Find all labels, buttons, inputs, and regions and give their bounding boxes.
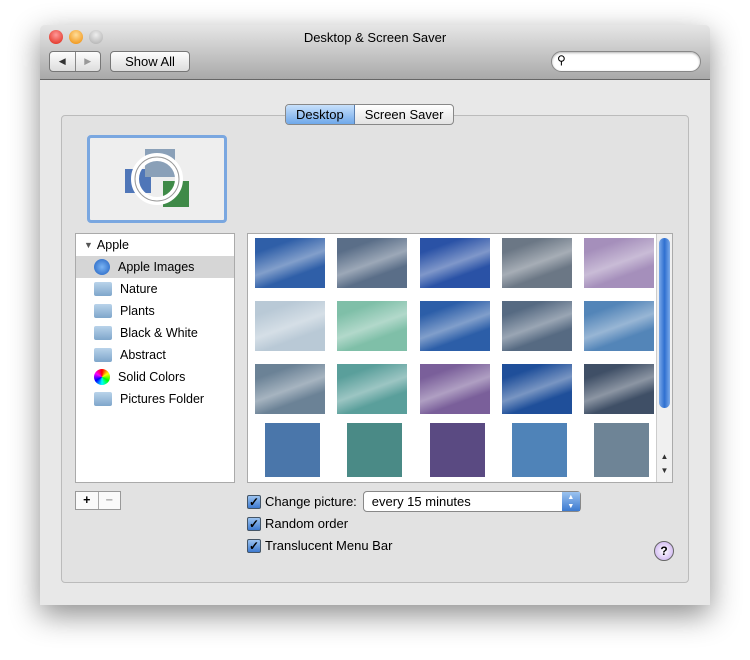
scrollbar[interactable]: ▲ ▼	[656, 234, 672, 482]
source-item-plants[interactable]: Plants	[76, 300, 234, 322]
change-picture-row: ✓ Change picture: every 15 minutes ▲ ▼	[247, 491, 581, 512]
change-interval-select[interactable]: every 15 minutes ▲ ▼	[362, 491, 581, 512]
wallpaper-thumbnail[interactable]	[255, 238, 325, 288]
image-grid: ▲ ▼	[247, 233, 673, 483]
add-remove-buttons: + −	[75, 491, 121, 510]
wallpaper-thumbnail[interactable]	[584, 301, 654, 351]
pictures-folder-icon	[94, 392, 112, 406]
wallpaper-thumbnail[interactable]	[420, 238, 490, 288]
wallpaper-thumbnail[interactable]	[502, 301, 572, 351]
scroll-down-arrow[interactable]: ▼	[657, 466, 672, 475]
group-apple[interactable]: ▼ Apple	[76, 234, 234, 256]
solid-color-thumbnail[interactable]	[347, 423, 402, 477]
scroll-thumb[interactable]	[659, 238, 670, 408]
wallpaper-thumbnail[interactable]	[584, 238, 654, 288]
add-button[interactable]: +	[76, 492, 98, 509]
disclosure-triangle-icon[interactable]: ▼	[84, 240, 93, 250]
source-list: ▼ Apple Apple Images Nature Plants Black …	[75, 233, 235, 483]
solid-color-thumbnail[interactable]	[265, 423, 320, 477]
folder-icon	[94, 326, 112, 340]
wallpaper-thumbnail[interactable]	[502, 364, 572, 414]
source-item-nature[interactable]: Nature	[76, 278, 234, 300]
folder-icon	[94, 304, 112, 318]
wallpaper-thumbnail[interactable]	[337, 364, 407, 414]
source-item-pictures-folder[interactable]: Pictures Folder	[76, 388, 234, 410]
remove-button[interactable]: −	[97, 492, 121, 509]
wallpaper-thumbnail[interactable]	[502, 238, 572, 288]
solid-color-thumbnail[interactable]	[594, 423, 649, 477]
source-item-apple-images[interactable]: Apple Images	[76, 256, 234, 278]
rotating-images-icon	[125, 149, 189, 207]
wallpaper-thumbnail[interactable]	[255, 301, 325, 351]
folder-icon	[94, 348, 112, 362]
scroll-up-arrow[interactable]: ▲	[657, 452, 672, 461]
wallpaper-thumbnail[interactable]	[337, 238, 407, 288]
search-icon: ⚲	[557, 53, 566, 67]
folder-icon	[94, 282, 112, 296]
stepper-arrows-icon: ▲ ▼	[561, 492, 580, 511]
wallpaper-thumbnail[interactable]	[337, 301, 407, 351]
title-bar: Desktop & Screen Saver ◀ ▶ Show All ⚲	[40, 25, 710, 80]
search-input[interactable]: ⚲	[551, 51, 701, 72]
wallpaper-thumbnail[interactable]	[420, 364, 490, 414]
translucent-menu-bar-row: ✓ Translucent Menu Bar	[247, 538, 393, 553]
source-item-abstract[interactable]: Abstract	[76, 344, 234, 366]
window-title: Desktop & Screen Saver	[303, 30, 447, 45]
show-all-button[interactable]: Show All	[110, 51, 190, 72]
color-wheel-icon	[94, 369, 110, 385]
back-button[interactable]: ◀	[50, 52, 75, 71]
current-desktop-preview	[87, 135, 227, 223]
forward-button[interactable]: ▶	[74, 52, 101, 71]
source-item-black-white[interactable]: Black & White	[76, 322, 234, 344]
translucent-menu-bar-checkbox[interactable]: ✓	[247, 538, 261, 553]
random-order-row: ✓ Random order	[247, 516, 349, 531]
help-button[interactable]: ?	[654, 541, 674, 561]
tab-bar: Desktop Screen Saver	[285, 104, 455, 125]
solid-color-thumbnail[interactable]	[430, 423, 485, 477]
preferences-window: Desktop & Screen Saver ◀ ▶ Show All ⚲ De…	[40, 25, 710, 605]
apple-icon	[94, 259, 110, 275]
wallpaper-thumbnail[interactable]	[255, 364, 325, 414]
source-item-solid-colors[interactable]: Solid Colors	[76, 366, 234, 388]
solid-color-thumbnail[interactable]	[512, 423, 567, 477]
tab-desktop[interactable]: Desktop	[286, 105, 355, 124]
nav-buttons: ◀ ▶	[49, 51, 101, 72]
random-order-checkbox[interactable]: ✓	[247, 516, 261, 531]
wallpaper-thumbnail[interactable]	[420, 301, 490, 351]
wallpaper-thumbnail[interactable]	[584, 364, 654, 414]
tab-screen-saver[interactable]: Screen Saver	[355, 105, 454, 124]
change-picture-checkbox[interactable]: ✓	[247, 494, 261, 509]
